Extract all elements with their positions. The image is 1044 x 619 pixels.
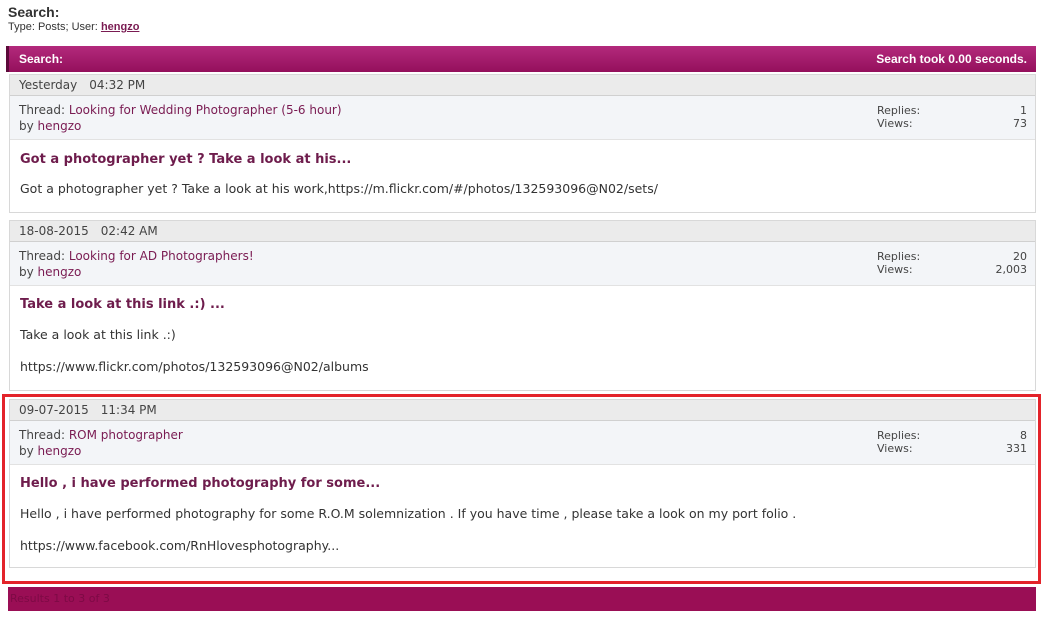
author-line: by hengzo bbox=[19, 265, 81, 279]
views-label: Views: bbox=[877, 263, 913, 276]
thread-prefix: Thread: bbox=[19, 428, 66, 442]
views-count: 73 bbox=[1013, 117, 1027, 130]
search-result: 09-07-2015 11:34 PM Thread: ROM photograp… bbox=[9, 399, 1036, 568]
post-title-link[interactable]: Take a look at this link .:) ... bbox=[20, 286, 1025, 312]
result-post-body: Hello , i have performed photography for… bbox=[10, 465, 1035, 567]
filter-prefix: Type: Posts; User: bbox=[8, 21, 98, 33]
result-thread-info: Thread: ROM photographer by hengzo Repli… bbox=[10, 421, 1035, 465]
thread-stats: Replies: 1 Views: 73 bbox=[877, 104, 1027, 130]
replies-label: Replies: bbox=[877, 429, 921, 442]
search-header: Search: Type: Posts; User: hengzo bbox=[8, 4, 139, 33]
replies-count: 20 bbox=[1013, 250, 1027, 263]
post-excerpt: Got a photographer yet ? Take a look at … bbox=[20, 181, 658, 196]
search-timing: Search took 0.00 seconds. bbox=[876, 52, 1027, 66]
author-line: by hengzo bbox=[19, 119, 81, 133]
replies-count: 8 bbox=[1020, 429, 1027, 442]
thread-prefix: Thread: bbox=[19, 103, 66, 117]
author-link[interactable]: hengzo bbox=[38, 119, 82, 133]
result-time: 02:42 AM bbox=[100, 224, 158, 238]
results-footer: Results 1 to 3 of 3 bbox=[8, 587, 1036, 611]
search-result: Yesterday 04:32 PM Thread: Looking for We… bbox=[9, 74, 1036, 213]
result-thread-info: Thread: Looking for Wedding Photographer… bbox=[10, 96, 1035, 140]
search-results-bar: Search: Search took 0.00 seconds. bbox=[6, 46, 1036, 72]
result-time: 11:34 PM bbox=[100, 403, 157, 417]
thread-title-link[interactable]: ROM photographer bbox=[69, 428, 183, 442]
replies-label: Replies: bbox=[877, 104, 921, 117]
thread-prefix: Thread: bbox=[19, 249, 66, 263]
post-excerpt: Hello , i have performed photography for… bbox=[20, 506, 797, 521]
search-filter: Type: Posts; User: hengzo bbox=[8, 21, 139, 33]
author-link[interactable]: hengzo bbox=[38, 265, 82, 279]
result-date-header: Yesterday 04:32 PM bbox=[10, 75, 1035, 96]
filter-user-link[interactable]: hengzo bbox=[101, 21, 140, 33]
result-date-header: 18-08-2015 02:42 AM bbox=[10, 221, 1035, 242]
result-thread-info: Thread: Looking for AD Photographers! by… bbox=[10, 242, 1035, 286]
views-count: 331 bbox=[1006, 442, 1027, 455]
post-excerpt: Take a look at this link .:) bbox=[20, 327, 176, 342]
post-title-link[interactable]: Hello , i have performed photography for… bbox=[20, 465, 1025, 491]
post-title-link[interactable]: Got a photographer yet ? Take a look at … bbox=[20, 140, 1025, 167]
replies-count: 1 bbox=[1020, 104, 1027, 117]
result-date-header: 09-07-2015 11:34 PM bbox=[10, 400, 1035, 421]
thread-title-link[interactable]: Looking for AD Photographers! bbox=[69, 249, 254, 263]
by-prefix: by bbox=[19, 265, 34, 279]
thread-title-link[interactable]: Looking for Wedding Photographer (5-6 ho… bbox=[69, 103, 342, 117]
views-label: Views: bbox=[877, 117, 913, 130]
result-post-body: Take a look at this link .:) ... Take a … bbox=[10, 286, 1035, 390]
thread-line: Thread: Looking for Wedding Photographer… bbox=[19, 103, 342, 117]
search-result: 18-08-2015 02:42 AM Thread: Looking for A… bbox=[9, 220, 1036, 391]
result-date: 09-07-2015 bbox=[19, 403, 89, 417]
thread-stats: Replies: 20 Views: 2,003 bbox=[877, 250, 1027, 276]
thread-line: Thread: ROM photographer bbox=[19, 428, 183, 442]
thread-line: Thread: Looking for AD Photographers! bbox=[19, 249, 254, 263]
result-time: 04:32 PM bbox=[89, 78, 146, 92]
post-excerpt-link: https://www.flickr.com/photos/132593096@… bbox=[20, 359, 369, 374]
by-prefix: by bbox=[19, 119, 34, 133]
result-post-body: Got a photographer yet ? Take a look at … bbox=[10, 140, 1035, 212]
by-prefix: by bbox=[19, 444, 34, 458]
author-line: by hengzo bbox=[19, 444, 81, 458]
result-date: 18-08-2015 bbox=[19, 224, 89, 238]
post-excerpt-link: https://www.facebook.com/RnHlovesphotogr… bbox=[20, 538, 340, 553]
views-count: 2,003 bbox=[995, 263, 1028, 276]
page-title: Search: bbox=[8, 4, 60, 20]
thread-stats: Replies: 8 Views: 331 bbox=[877, 429, 1027, 455]
search-bar-label: Search: bbox=[19, 52, 64, 66]
views-label: Views: bbox=[877, 442, 913, 455]
results-count: Results 1 to 3 of 3 bbox=[10, 592, 110, 605]
result-date: Yesterday bbox=[19, 78, 78, 92]
author-link[interactable]: hengzo bbox=[38, 444, 82, 458]
replies-label: Replies: bbox=[877, 250, 921, 263]
